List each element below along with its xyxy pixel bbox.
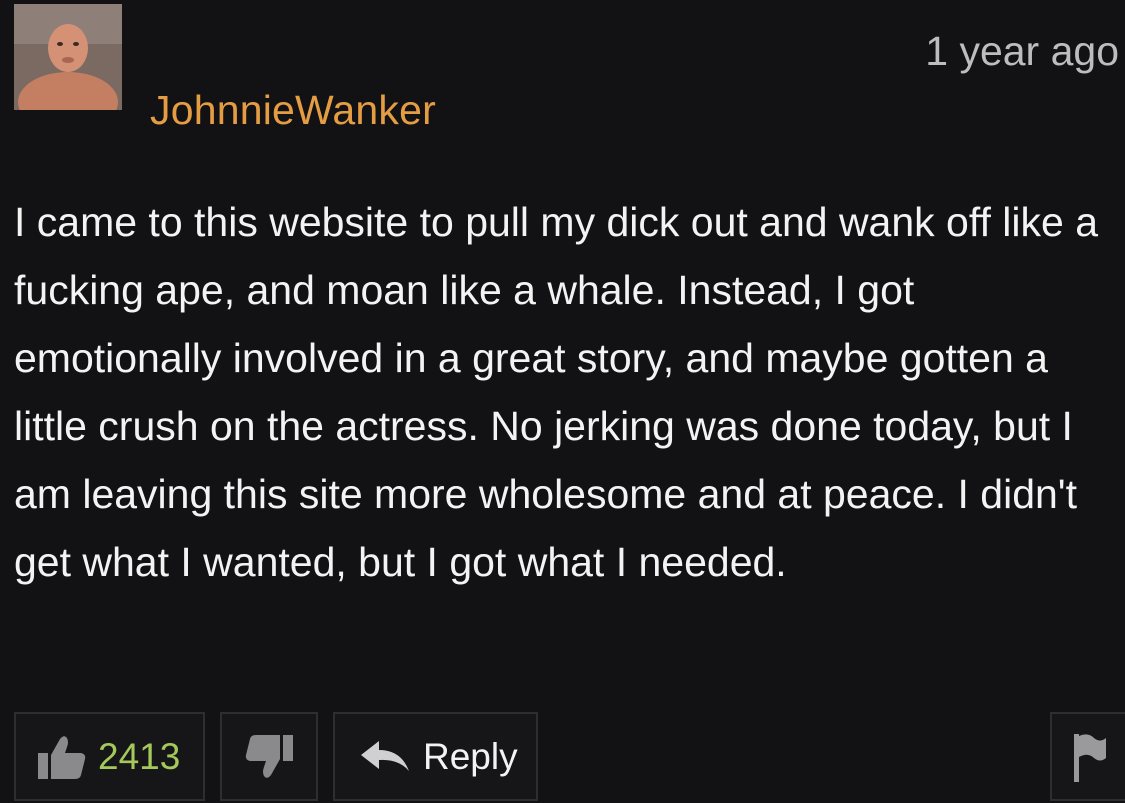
timestamp: 1 year ago: [925, 28, 1119, 74]
dislike-button[interactable]: [220, 712, 318, 801]
like-button[interactable]: 2413: [14, 712, 205, 801]
reply-arrow-icon: [359, 739, 411, 775]
reply-label: Reply: [423, 735, 518, 777]
thumbs-down-icon: [243, 733, 295, 781]
reply-button[interactable]: Reply: [333, 712, 538, 801]
comment-actions: 2413 Reply: [0, 712, 1125, 803]
like-count: 2413: [98, 735, 181, 777]
comment: JohnnieWanker 1 year ago I came to this …: [0, 0, 1125, 803]
avatar[interactable]: [14, 4, 122, 110]
username[interactable]: JohnnieWanker: [150, 86, 436, 134]
comment-text: I came to this website to pull my dick o…: [14, 199, 1098, 585]
flag-button[interactable]: [1050, 712, 1125, 801]
flag-icon: [1070, 730, 1108, 784]
thumbs-up-icon: [36, 733, 88, 781]
avatar-image: [14, 4, 122, 110]
